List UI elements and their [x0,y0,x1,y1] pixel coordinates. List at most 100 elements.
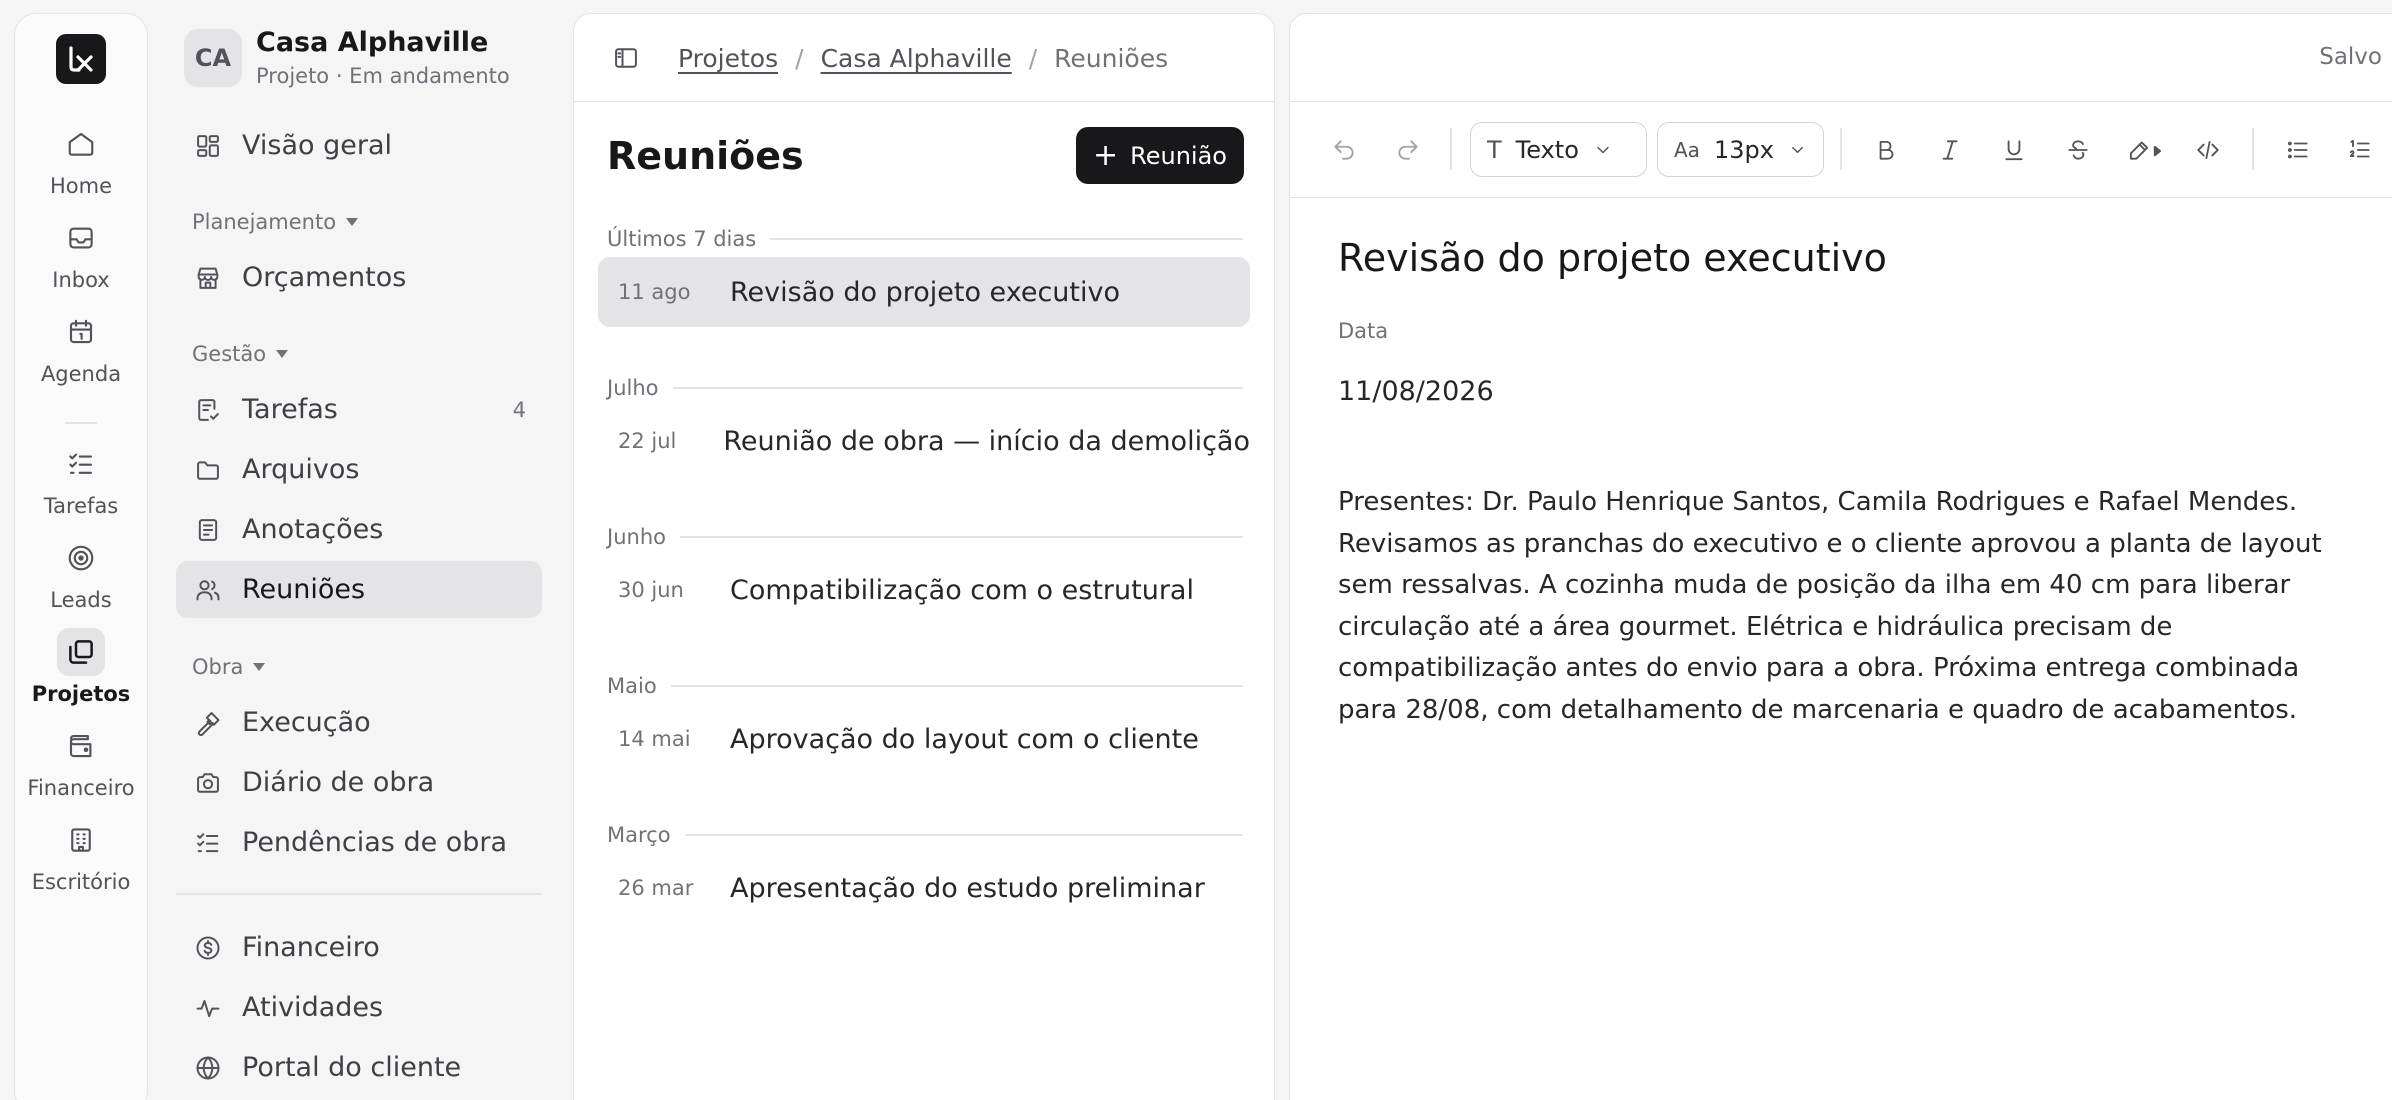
bold-button[interactable] [1866,130,1906,170]
sidebar-item-label: Diário de obra [242,767,435,798]
caret-down-icon [276,350,289,358]
ordered-list-icon [2349,139,2370,158]
undo-button[interactable] [1324,130,1364,170]
section-label: Obra [192,655,244,679]
rail-item-agenda[interactable]: Agenda [15,308,147,386]
dashboard-icon [197,134,219,157]
rail-item-projetos[interactable]: Projetos [15,628,147,706]
sidebar-item-label: Orçamentos [242,262,407,293]
breadcrumb-current: Reuniões [1054,44,1169,73]
sidebar-item-orcamentos[interactable]: Orçamentos [176,249,542,306]
highlighter-icon [2129,141,2162,160]
rail-item-escritorio[interactable]: Escritório [15,816,147,894]
section-gestao[interactable]: Gestão [192,342,289,366]
section-label: Planejamento [192,210,337,234]
meeting-date: 22 jul [618,429,677,453]
highlight-button[interactable] [2120,130,2170,170]
sidebar-item-arquivos[interactable]: Arquivos [176,441,542,498]
project-name: Casa Alphaville [256,27,489,58]
sidebar-item-anotacoes[interactable]: Anotações [176,501,542,558]
calendar-icon [57,308,105,356]
sidebar-item-label: Portal do cliente [242,1052,462,1083]
project-header[interactable]: CA Casa Alphaville Projeto · Em andament… [184,27,510,88]
font-size-icon: Aa [1674,137,1700,162]
meeting-item[interactable]: 30 jun Compatibilização com o estrutural [598,555,1250,625]
rail-label: Leads [50,588,112,612]
sidebar-item-portal-do-cliente[interactable]: Portal do cliente [176,1039,542,1096]
section-planejamento[interactable]: Planejamento [192,210,359,234]
app-rail: Home Inbox Agenda Tarefas Leads Projetos [14,13,148,1100]
rail-item-leads[interactable]: Leads [15,534,147,612]
bullet-list-button[interactable] [2278,130,2318,170]
meeting-item[interactable]: 14 mai Aprovação do layout com o cliente [598,704,1250,774]
task-count-badge: 4 [512,397,526,422]
strikethrough-icon [2068,140,2088,160]
sidebar-item-atividades[interactable]: Atividades [176,979,542,1036]
meeting-title: Compatibilização com o estrutural [730,574,1194,606]
meeting-item[interactable]: 26 mar Apresentação do estudo preliminar [598,853,1250,923]
meeting-date: 14 mai [618,727,691,751]
project-status: Projeto · Em andamento [256,64,510,88]
meeting-date: 30 jun [618,578,684,602]
new-meeting-label: Reunião [1130,141,1227,170]
new-meeting-button[interactable]: + Reunião [1076,127,1244,184]
editor-panel: Salvo T Texto Aa 13px Revisão do projeto… [1289,13,2392,1100]
store-icon [197,267,219,289]
editor-topbar: Salvo [1290,14,2392,102]
italic-button[interactable] [1930,130,1970,170]
group-header: Últimos 7 dias [607,227,1243,251]
sidebar-item-label: Visão geral [242,130,392,161]
sidebar-item-reunioes[interactable]: Reuniões [176,561,542,618]
breadcrumb-projeto[interactable]: Casa Alphaville [821,44,1012,73]
meeting-item[interactable]: 22 jul Reunião de obra — início da demol… [598,406,1250,476]
sidebar-item-label: Atividades [242,992,384,1023]
rail-item-inbox[interactable]: Inbox [15,214,147,292]
panel-topbar: Projetos / Casa Alphaville / Reuniões [574,14,1274,102]
sidebar-item-pendencias[interactable]: Pendências de obra [176,814,542,871]
rail-item-financeiro[interactable]: Financeiro [15,722,147,800]
chevron-down-icon [1597,146,1609,153]
code-button[interactable] [2188,130,2228,170]
strikethrough-button[interactable] [2058,130,2098,170]
rail-label: Escritório [31,870,131,894]
rail-label: Inbox [52,268,110,292]
date-field-value[interactable]: 11/08/2026 [1338,376,1494,407]
font-size-select[interactable]: Aa 13px [1657,122,1824,177]
sidebar-toggle-button[interactable] [612,44,640,72]
meeting-item[interactable]: 11 ago Revisão do projeto executivo [598,257,1250,327]
breadcrumb-separator: / [1028,44,1038,73]
sidebar-item-label: Tarefas [242,394,338,425]
hammer-icon [197,711,220,736]
rail-label: Agenda [40,362,122,386]
inbox-icon [57,214,105,262]
redo-button[interactable] [1388,130,1428,170]
section-obra[interactable]: Obra [192,655,266,679]
task-list-icon [198,398,219,421]
rail-item-home[interactable]: Home [15,120,147,198]
page-title: Reuniões [607,134,804,178]
meeting-title: Revisão do projeto executivo [730,276,1120,308]
rail-item-tarefas[interactable]: Tarefas [15,440,147,518]
sidebar-item-execucao[interactable]: Execução [176,694,542,751]
text-style-select[interactable]: T Texto [1470,122,1647,177]
app-logo[interactable] [56,34,106,84]
undo-icon [1334,140,1354,160]
breadcrumb-projetos[interactable]: Projetos [678,44,778,73]
sidebar-item-visao-geral[interactable]: Visão geral [176,117,542,174]
underline-icon [2005,140,2023,161]
sidebar-item-financeiro[interactable]: Financeiro [176,919,542,976]
document-body[interactable]: Presentes: Dr. Paulo Henrique Santos, Ca… [1338,482,2358,731]
sidebar-item-label: Execução [242,707,371,738]
users-icon [196,579,220,600]
underline-button[interactable] [1994,130,2034,170]
sidebar-item-tarefas[interactable]: Tarefas 4 [176,381,542,438]
sidebar-item-diario-de-obra[interactable]: Diário de obra [176,754,542,811]
document-title[interactable]: Revisão do projeto executivo [1338,236,1887,280]
section-label: Gestão [192,342,267,366]
target-icon [57,534,105,582]
ordered-list-button[interactable] [2340,130,2380,170]
bullet-list-icon [2287,141,2308,159]
breadcrumb-separator: / [795,44,804,73]
breadcrumb: Projetos / Casa Alphaville / Reuniões [678,44,1168,73]
globe-icon [196,1056,220,1079]
